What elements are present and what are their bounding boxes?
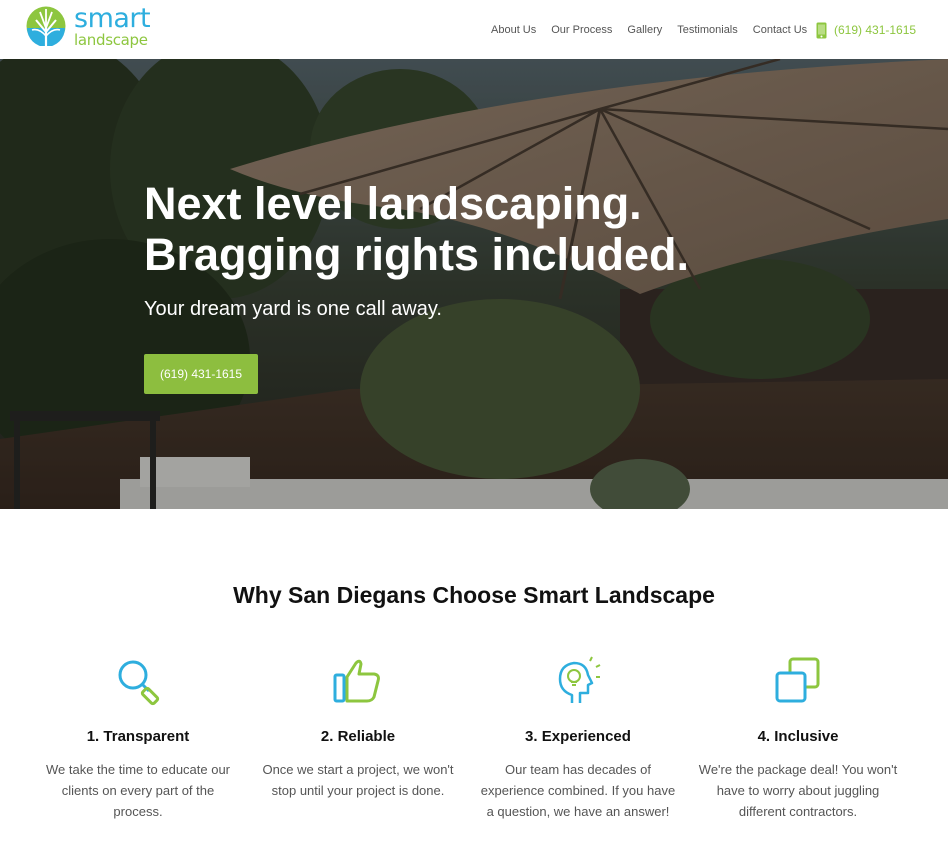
nav-our-process[interactable]: Our Process [551,22,612,38]
logo-text-smart: smart [74,3,151,34]
feature-transparent: 1. Transparent We take the time to educa… [24,655,252,822]
feature-title: 3. Experienced [525,728,631,745]
feature-title: 1. Transparent [86,728,190,745]
magnifier-icon [118,660,160,706]
features-row: 1. Transparent We take the time to educa… [24,655,924,850]
why-section-title: Why San Diegans Choose Smart Landscape [233,582,715,608]
hero-title-line-1: Next level landscaping. [144,178,642,229]
mobile-phone-icon [816,22,827,38]
overlapping-squares-icon [775,657,820,703]
feature-experienced: 3. Experienced Our team has decades of e… [464,655,692,822]
feature-text: Our team has decades of experience combi… [480,762,676,819]
feature-title: 2. Reliable [320,728,396,745]
logo[interactable]: smart landscape [26,3,166,50]
main-nav: About Us Our Process Gallery Testimonial… [491,22,822,38]
logo-tree-icon [26,6,66,46]
hero-call-button[interactable]: (619) 431-1615 [144,354,258,394]
logo-text-landscape: landscape [74,31,148,49]
nav-about-us[interactable]: About Us [491,22,536,38]
hero-title-line-2: Bragging rights included. [144,229,690,280]
feature-reliable: 2. Reliable Once we start a project, we … [244,655,472,801]
hero-section: Next level landscaping. Bragging rights … [0,59,948,509]
hero-title: Next level landscaping. Bragging rights … [144,178,864,280]
nav-phone-number: (619) 431-1615 [834,23,917,37]
nav-contact-us[interactable]: Contact Us [753,22,807,38]
feature-text: Once we start a project, we won't stop u… [262,762,454,798]
nav-testimonials[interactable]: Testimonials [677,22,738,38]
hero-background-image [0,59,948,509]
feature-inclusive: 4. Inclusive We're the package deal! You… [684,655,912,822]
nav-phone-link[interactable]: (619) 431-1615 [816,21,916,39]
thumbs-up-icon [333,659,380,703]
head-lightbulb-icon [558,656,601,703]
feature-text: We're the package deal! You won't have t… [698,762,898,819]
feature-text: We take the time to educate our clients … [45,762,231,819]
feature-title: 4. Inclusive [757,728,839,745]
hero-subtitle: Your dream yard is one call away. [144,298,442,320]
nav-gallery[interactable]: Gallery [627,22,662,38]
site-header: smart landscape About Us Our Process Gal… [0,0,948,59]
